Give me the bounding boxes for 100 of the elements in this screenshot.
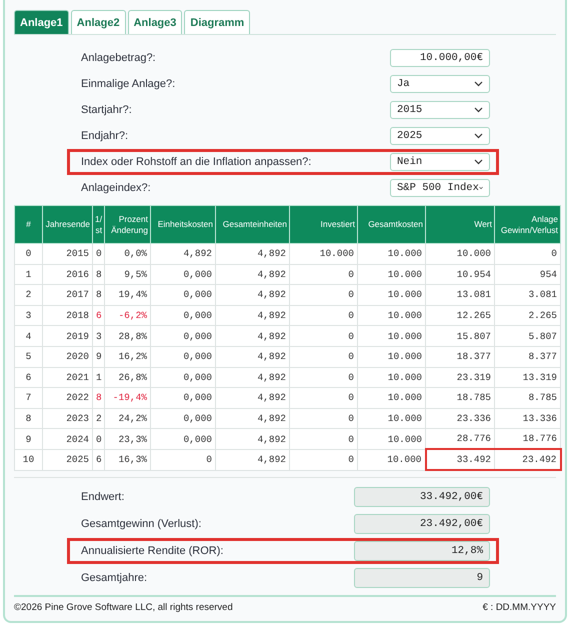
format-text: € : DD.MM.YYYY bbox=[482, 602, 556, 612]
output-field: 12,8% bbox=[354, 541, 490, 562]
column-header: Gesamtkosten bbox=[368, 219, 423, 230]
table-cell: 2021 bbox=[42, 367, 92, 388]
table-cell: 2018 bbox=[42, 305, 92, 326]
copyright-text: ©2026 Pine Grove Software LLC, all rights reserved bbox=[14, 602, 233, 612]
table-cell: 13.081 bbox=[426, 284, 494, 306]
table-cell: 2024 bbox=[42, 428, 92, 450]
table-cell: 9,5% bbox=[104, 264, 150, 285]
table-cell: 28,8% bbox=[104, 326, 150, 346]
table-cell: 2017 bbox=[42, 284, 92, 306]
table-cell: 10.000 bbox=[358, 305, 426, 326]
table-cell: 10.000 bbox=[426, 244, 494, 264]
table-cell: 2020 bbox=[42, 346, 92, 368]
table-cell: 18.785 bbox=[426, 388, 494, 408]
result-label: Gesamtgewinn (Verlust): bbox=[81, 518, 202, 530]
column-header: Wert bbox=[474, 219, 492, 230]
table-cell: 4,892 bbox=[216, 244, 290, 264]
table-cell: 10 bbox=[14, 449, 42, 470]
table-cell: 10.000 bbox=[358, 284, 426, 306]
output-field: 9 bbox=[354, 568, 490, 588]
table-cell: 0,000 bbox=[150, 388, 216, 408]
table-cell: 0 bbox=[290, 388, 358, 408]
table-cell: 0,000 bbox=[150, 264, 216, 285]
table-cell: 12.265 bbox=[426, 305, 494, 326]
table-cell: 4,892 bbox=[216, 388, 290, 408]
table-cell: 10.000 bbox=[358, 367, 426, 388]
table-cell: 0 bbox=[290, 367, 358, 388]
table-cell: 2015 bbox=[42, 244, 92, 264]
field-label: Anlageindex?: bbox=[81, 182, 151, 194]
chevron-down-icon bbox=[474, 159, 483, 165]
table-cell: 10.000 bbox=[358, 264, 426, 285]
table-cell: 0 bbox=[290, 449, 358, 470]
table-cell: 23,3% bbox=[104, 428, 150, 450]
table-cell: 5.807 bbox=[494, 326, 560, 346]
table-cell: 0 bbox=[290, 284, 358, 306]
table-cell: 10.954 bbox=[426, 264, 494, 285]
table-cell: 4,892 bbox=[150, 244, 216, 264]
table-cell: -6,2% bbox=[104, 305, 150, 326]
select-field[interactable]: S&P 500 Index bbox=[390, 179, 490, 197]
table-cell: 0 bbox=[290, 305, 358, 326]
table-cell: 5 bbox=[14, 346, 42, 368]
table-cell: 9 bbox=[14, 428, 42, 450]
field-label: Startjahr?: bbox=[81, 104, 132, 116]
table-cell: 3.081 bbox=[494, 284, 560, 306]
table-cell: 0,0% bbox=[104, 244, 150, 264]
table-cell: 10.000 bbox=[290, 244, 358, 264]
table-cell: 0,000 bbox=[150, 408, 216, 429]
table-cell: 23.336 bbox=[426, 408, 494, 429]
output-field: 33.492,00€ bbox=[354, 487, 490, 508]
table-cell: 15.807 bbox=[426, 326, 494, 346]
tab[interactable]: Anlage1 bbox=[14, 10, 69, 34]
column-header: # bbox=[26, 219, 31, 230]
select-field[interactable]: Ja bbox=[390, 75, 490, 93]
table-cell: 13.336 bbox=[494, 408, 560, 429]
table-cell: 954 bbox=[494, 264, 560, 285]
column-header: Jahresende bbox=[46, 219, 90, 230]
column-header: Investiert bbox=[320, 219, 355, 230]
input-field[interactable]: 10.000,00€ bbox=[390, 49, 490, 67]
table-cell: 0 bbox=[150, 449, 216, 470]
table-cell: 8.377 bbox=[494, 346, 560, 368]
table-cell: -19,4% bbox=[104, 388, 150, 408]
table-cell: 24,2% bbox=[104, 408, 150, 429]
table-cell: 0,000 bbox=[150, 305, 216, 326]
select-field[interactable]: 2015 bbox=[390, 101, 490, 119]
table-cell: 2016 bbox=[42, 264, 92, 285]
table-cell: 2.265 bbox=[494, 305, 560, 326]
table-cell: 19,4% bbox=[104, 284, 150, 306]
table-cell: 0 bbox=[290, 408, 358, 429]
table-cell: 0,000 bbox=[150, 428, 216, 450]
table-cell: 0 bbox=[290, 326, 358, 346]
table-cell: 0 bbox=[290, 346, 358, 368]
table-cell: 0,000 bbox=[150, 284, 216, 306]
select-field[interactable]: Nein bbox=[390, 153, 490, 171]
table-cell: 26,8% bbox=[104, 367, 150, 388]
column-header: Anlage Gewinn/Verlust bbox=[500, 214, 558, 236]
table-cell: 10.000 bbox=[358, 408, 426, 429]
tab[interactable]: Diagramm bbox=[184, 10, 250, 34]
table-cell: 8 bbox=[14, 408, 42, 429]
table-cell: 8.785 bbox=[494, 388, 560, 408]
chevron-down-icon bbox=[474, 107, 483, 113]
table-cell: 0 bbox=[14, 244, 42, 264]
table-cell: 0,000 bbox=[150, 367, 216, 388]
table-cell: 6 bbox=[14, 367, 42, 388]
table-cell: 10.000 bbox=[358, 346, 426, 368]
table-cell: 0 bbox=[290, 264, 358, 285]
column-header: Einheitskosten bbox=[158, 219, 213, 230]
table-cell: 18.377 bbox=[426, 346, 494, 368]
tab[interactable]: Anlage2 bbox=[70, 10, 126, 34]
select-field[interactable]: 2025 bbox=[390, 127, 490, 145]
table-cell: 4,892 bbox=[216, 367, 290, 388]
table-cell: 16,2% bbox=[104, 346, 150, 368]
column-header: 1/ st bbox=[95, 214, 102, 236]
table-cell: 16,3% bbox=[104, 449, 150, 470]
tab[interactable]: Anlage3 bbox=[128, 10, 182, 34]
table-cell: 0,000 bbox=[150, 326, 216, 346]
table-cell: 2022 bbox=[42, 388, 92, 408]
chevron-down-icon bbox=[478, 185, 483, 191]
output-field: 23.492,00€ bbox=[354, 514, 490, 534]
table-cell: 13.319 bbox=[494, 367, 560, 388]
